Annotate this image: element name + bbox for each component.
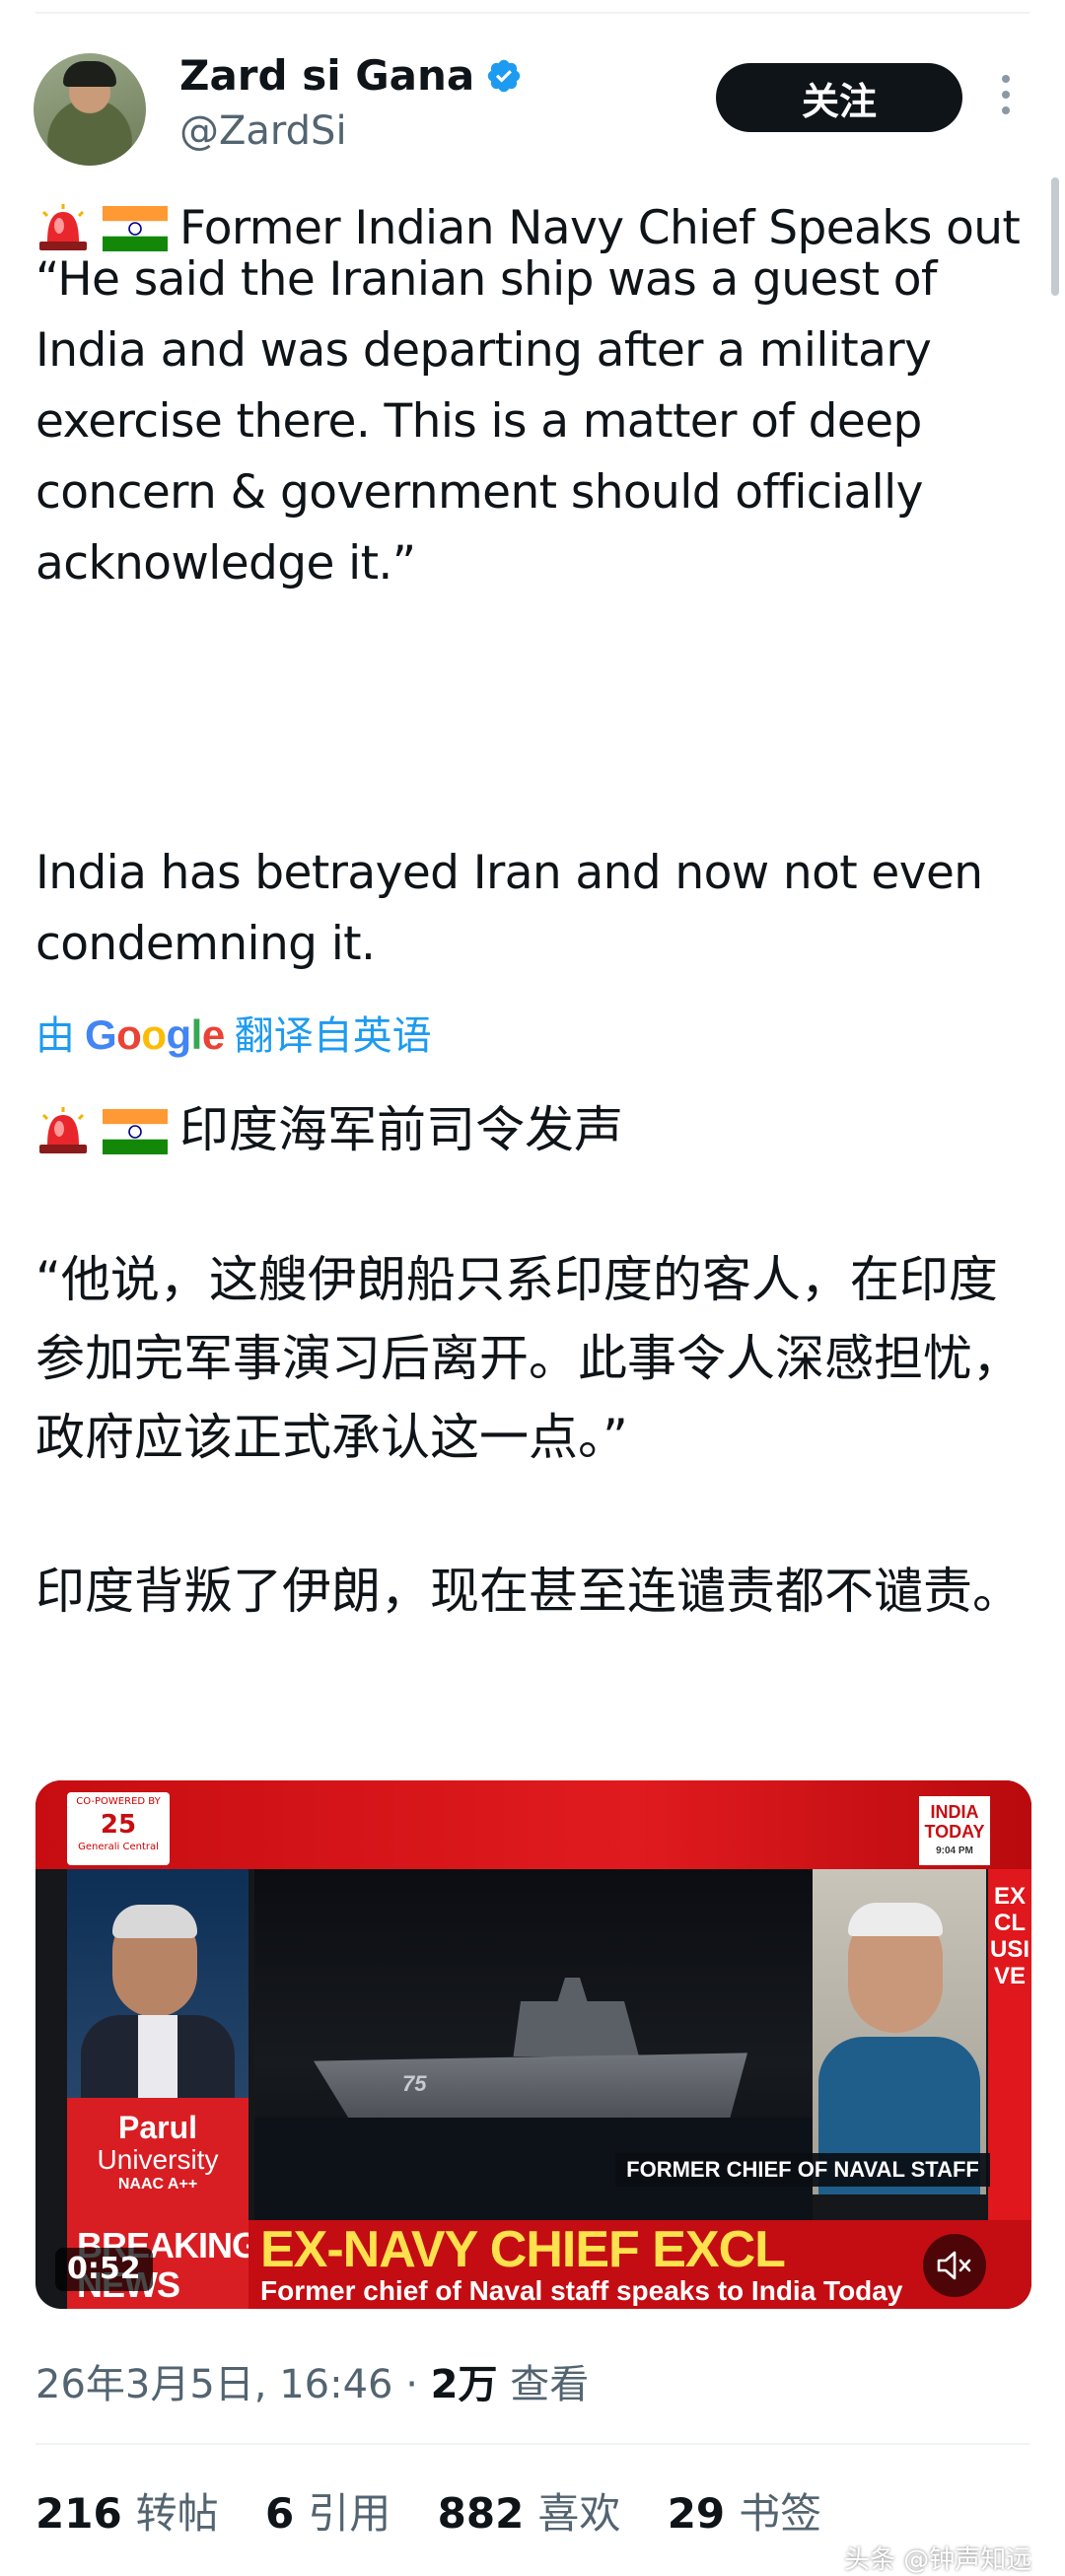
rotating-light-icon xyxy=(36,1098,91,1177)
university-ad: Parul University NAAC A++ xyxy=(67,2098,248,2220)
translated-closing: 印度背叛了伊朗，现在甚至连谴责都不谴责。 xyxy=(36,1563,1022,1620)
video-duration: 0:52 xyxy=(55,2248,153,2291)
video-anchor-frame xyxy=(67,1869,248,2098)
translated-headline: 印度海军前司令发声 xyxy=(36,1090,1031,1177)
stat-reposts[interactable]: 216 转帖 xyxy=(36,2480,219,2541)
post-meta: 26年3月5日, 16:46 · 2万 查看 xyxy=(36,2362,590,2407)
video-news-topbar xyxy=(36,1780,1031,1869)
video-player[interactable]: CO-POWERED BY 25 Generali Central INDIA … xyxy=(36,1780,1031,2309)
stat-quotes[interactable]: 6 引用 xyxy=(265,2480,390,2541)
stat-bookmarks[interactable]: 29 书签 xyxy=(668,2480,821,2541)
stat-likes[interactable]: 882 喜欢 xyxy=(438,2480,621,2541)
news-subheadline: Former chief of Naval staff speaks to In… xyxy=(260,2275,903,2306)
translation-attribution[interactable]: 由 Google 翻译自英语 xyxy=(36,1004,432,1061)
post-quote: “He said the Iranian ship was a guest of… xyxy=(36,252,937,591)
author-name[interactable]: Zard si Gana xyxy=(179,51,474,100)
views-count: 2万 xyxy=(430,2362,498,2407)
engagement-stats: 216 转帖 6 引用 882 喜欢 29 书签 xyxy=(36,2480,855,2541)
views-label: 查看 xyxy=(510,2362,590,2407)
source-watermark: 头条 @钟声知远 xyxy=(844,2545,1032,2575)
video-guest-frame xyxy=(813,1869,986,2194)
news-banner: EX-NAVY CHIEF EXCL Former chief of Naval… xyxy=(248,2220,1031,2309)
google-logo: Google xyxy=(85,1011,225,1058)
india-today-logo: INDIA TODAY 9:04 PM xyxy=(919,1796,990,1865)
scrollbar-thumb[interactable] xyxy=(1051,177,1059,296)
top-divider xyxy=(36,12,1030,14)
author-handle[interactable]: @ZardSi xyxy=(179,108,347,154)
speaker-muted-icon xyxy=(937,2251,971,2280)
avatar[interactable] xyxy=(34,53,146,166)
ship-hull-number: 75 xyxy=(402,2071,427,2096)
follow-button[interactable]: 关注 xyxy=(716,63,962,132)
guest-caption: FORMER CHIEF OF NAVAL STAFF xyxy=(615,2153,990,2187)
stats-divider xyxy=(36,2443,1030,2445)
verified-badge-icon xyxy=(487,59,521,93)
video-sponsor-logo: CO-POWERED BY 25 Generali Central xyxy=(67,1792,170,1865)
news-headline: EX-NAVY CHIEF EXCL xyxy=(260,2221,786,2278)
mute-button[interactable] xyxy=(923,2234,986,2297)
post-closing: India has betrayed Iran and now not even… xyxy=(36,846,983,971)
translated-quote: “他说，这艘伊朗船只系印度的客人，在印度参加完军事演习后离开。此事令人深感担忧，… xyxy=(36,1251,1022,1466)
post-timestamp[interactable]: 26年3月5日, 16:46 xyxy=(36,2362,393,2407)
post-header: Zard si Gana @ZardSi 关注 xyxy=(34,51,1030,170)
exclusive-sidebar: EXCLUSIVE xyxy=(988,1869,1031,2220)
india-flag-icon xyxy=(103,1098,168,1177)
more-vertical-icon[interactable] xyxy=(1000,75,1012,122)
